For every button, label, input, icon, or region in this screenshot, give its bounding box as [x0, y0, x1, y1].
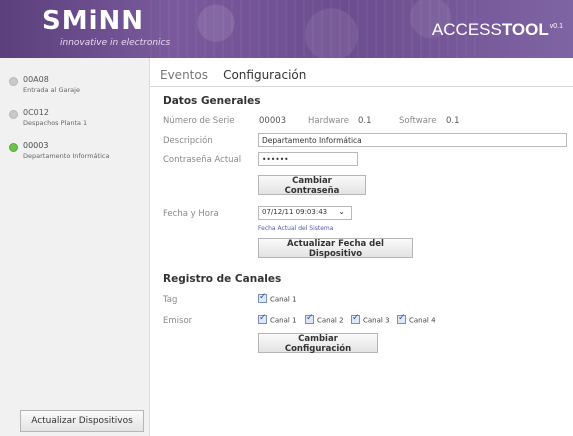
checkbox-checked-icon [305, 313, 314, 324]
device-item-00003[interactable]: 00003 Departamento Informática [0, 130, 149, 163]
hardware-label: Hardware [308, 116, 350, 126]
datetime-value: 07/12/11 09:03:43 [262, 208, 328, 216]
app-header: SMiNN innovative in electronics ACCESSTO… [0, 0, 573, 58]
company-logo: SMiNN [42, 6, 145, 36]
checkbox-label: Canal 1 [270, 316, 297, 325]
header-background-pattern [150, 0, 480, 58]
checkbox-checked-icon [397, 313, 406, 324]
status-dot-icon [9, 110, 18, 119]
description-label: Descripción [163, 136, 213, 146]
company-tagline: innovative in electronics [60, 38, 171, 48]
device-sidebar: 00A08 Entrada al Garaje 0C012 Despachos … [0, 58, 150, 436]
product-brand: ACCESSTOOLv0.1 [432, 20, 563, 40]
tab-divider [150, 86, 573, 87]
tag-label: Tag [163, 295, 178, 305]
checkbox-checked-icon [258, 292, 267, 303]
checkbox-checked-icon [351, 313, 360, 324]
brand-bold: TOOL [501, 20, 549, 39]
checkbox-label: Canal 4 [409, 316, 436, 325]
emitter-channel-4-checkbox[interactable]: Canal 4 [397, 313, 436, 325]
password-label: Contraseña Actual [163, 155, 242, 165]
tab-eventos[interactable]: Eventos [160, 68, 208, 82]
update-datetime-button[interactable]: Actualizar Fecha del Dispositivo [258, 238, 413, 259]
device-code: 00003 [23, 141, 49, 150]
tab-bar: Eventos Configuración [160, 64, 316, 86]
checkbox-label: Canal 2 [317, 316, 344, 325]
device-code: 00A08 [23, 75, 49, 84]
emitter-channel-3-checkbox[interactable]: Canal 3 [351, 313, 390, 325]
checkbox-label: Canal 3 [363, 316, 390, 325]
status-dot-icon [9, 77, 18, 86]
chevron-down-icon: ⌄ [338, 207, 345, 216]
device-description: Departamento Informática [23, 152, 110, 160]
device-description: Entrada al Garaje [23, 86, 80, 94]
brand-prefix: ACCESS [431, 20, 502, 39]
checkbox-checked-icon [258, 313, 267, 324]
brand-version: v0.1 [549, 23, 563, 31]
serial-value: 00003 [259, 116, 287, 126]
emitter-channel-1-checkbox[interactable]: Canal 1 [258, 313, 297, 325]
device-item-00a08[interactable]: 00A08 Entrada al Garaje [0, 64, 149, 97]
hardware-value: 0.1 [358, 116, 372, 126]
device-code: 0C012 [23, 108, 49, 117]
change-config-button[interactable]: Cambiar Configuración [258, 333, 378, 354]
main-panel: Eventos Configuración Datos Generales Nú… [150, 58, 573, 436]
software-label: Software [399, 116, 437, 126]
device-item-0c012[interactable]: 0C012 Despachos Planta 1 [0, 97, 149, 130]
status-dot-icon [9, 143, 18, 152]
software-value: 0.1 [446, 116, 460, 126]
emitter-channel-2-checkbox[interactable]: Canal 2 [305, 313, 344, 325]
datetime-label: Fecha y Hora [163, 209, 219, 219]
device-description: Despachos Planta 1 [23, 119, 88, 127]
update-devices-button[interactable]: Actualizar Dispositivos [20, 410, 144, 432]
tab-configuracion[interactable]: Configuración [223, 68, 306, 82]
password-input[interactable] [258, 152, 358, 166]
change-password-button[interactable]: Cambiar Contraseña [258, 175, 366, 196]
description-input[interactable] [258, 133, 567, 147]
emitter-label: Emisor [163, 316, 193, 326]
tag-channel-1-checkbox[interactable]: Canal 1 [258, 292, 297, 304]
serial-label: Número de Serie [163, 116, 235, 126]
checkbox-label: Canal 1 [270, 295, 297, 304]
datetime-select[interactable]: 07/12/11 09:03:43 ⌄ [258, 206, 352, 220]
general-section-title: Datos Generales [163, 95, 261, 107]
datetime-hint: Fecha Actual del Sistema [258, 225, 334, 232]
channels-section-title: Registro de Canales [163, 273, 282, 285]
